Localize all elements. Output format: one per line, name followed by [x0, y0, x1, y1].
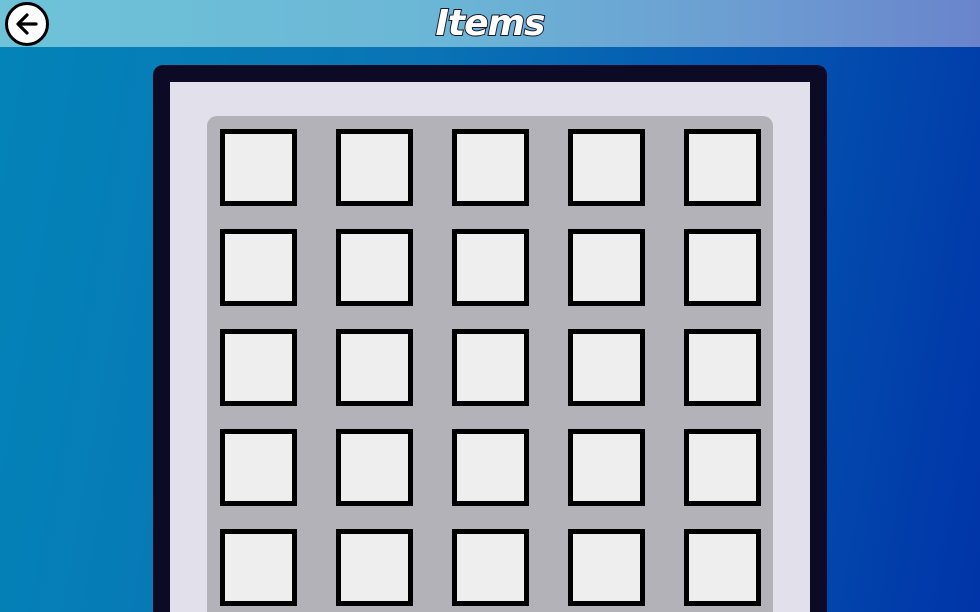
inventory-slot[interactable] — [568, 229, 645, 306]
inventory-slot[interactable] — [220, 129, 297, 206]
inventory-slot[interactable] — [568, 329, 645, 406]
inventory-slot[interactable] — [336, 329, 413, 406]
inventory-slot[interactable] — [220, 529, 297, 606]
inventory-slot[interactable] — [452, 429, 529, 506]
inventory-slot[interactable] — [452, 129, 529, 206]
header-bar: Items — [0, 0, 980, 47]
inventory-slot[interactable] — [684, 529, 761, 606]
inventory-slot[interactable] — [684, 429, 761, 506]
inventory-slot[interactable] — [336, 529, 413, 606]
inventory-slot[interactable] — [568, 529, 645, 606]
inventory-slot[interactable] — [452, 529, 529, 606]
inventory-slot[interactable] — [336, 429, 413, 506]
inventory-slot[interactable] — [684, 329, 761, 406]
inventory-slot[interactable] — [220, 329, 297, 406]
page-title: Items — [435, 2, 547, 45]
inventory-slot[interactable] — [684, 229, 761, 306]
inventory-slot[interactable] — [452, 229, 529, 306]
inventory-slot[interactable] — [220, 229, 297, 306]
inventory-slot[interactable] — [568, 429, 645, 506]
inventory-slot[interactable] — [568, 129, 645, 206]
inventory-slot[interactable] — [684, 129, 761, 206]
inventory-slot[interactable] — [452, 329, 529, 406]
inventory-slot[interactable] — [336, 129, 413, 206]
inventory-slot[interactable] — [336, 229, 413, 306]
inventory-slot[interactable] — [220, 429, 297, 506]
